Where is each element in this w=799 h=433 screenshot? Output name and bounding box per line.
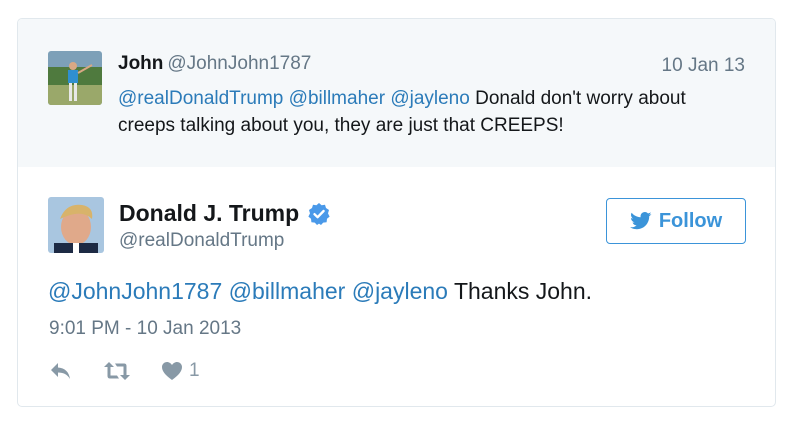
quoted-tweet-text: @realDonaldTrump @billmaher @jayleno Don… <box>118 85 718 139</box>
mention-link[interactable]: @jayleno <box>352 278 448 304</box>
mention-link[interactable]: @JohnJohn1787 <box>48 278 222 304</box>
heart-icon <box>161 361 183 381</box>
reply-icon[interactable] <box>49 361 73 381</box>
tweet-actions: 1 <box>49 360 200 382</box>
tweet-card: John @JohnJohn1787 10 Jan 13 @realDonaldT… <box>17 18 776 407</box>
tweet-text: @JohnJohn1787 @billmaher @jayleno Thanks… <box>48 278 592 305</box>
like-button[interactable]: 1 <box>161 360 200 382</box>
verified-badge-icon <box>307 202 331 226</box>
quoted-author-handle[interactable]: @JohnJohn1787 <box>167 53 311 74</box>
mention-link[interactable]: @billmaher <box>229 278 346 304</box>
author-avatar[interactable] <box>48 197 104 253</box>
follow-label: Follow <box>658 209 723 232</box>
quoted-tweet[interactable]: John @JohnJohn1787 10 Jan 13 @realDonaldT… <box>18 19 775 167</box>
author-handle[interactable]: @realDonaldTrump <box>119 230 284 252</box>
quoted-author-avatar[interactable] <box>48 51 102 105</box>
quoted-author-name[interactable]: John <box>118 53 163 74</box>
follow-button[interactable]: Follow <box>606 198 746 244</box>
twitter-bird-icon <box>629 212 659 230</box>
mention-link[interactable]: @billmaher <box>289 88 385 109</box>
retweet-icon[interactable] <box>103 361 131 381</box>
mention-link[interactable]: @jayleno <box>390 88 470 109</box>
quoted-tweet-date: 10 Jan 13 <box>661 55 745 76</box>
tweet-timestamp[interactable]: 9:01 PM - 10 Jan 2013 <box>49 318 241 340</box>
like-count: 1 <box>189 360 200 381</box>
tweet-body: Thanks John. <box>453 278 593 304</box>
mention-link[interactable]: @realDonaldTrump <box>118 88 283 109</box>
author-name[interactable]: Donald J. Trump <box>119 200 299 227</box>
